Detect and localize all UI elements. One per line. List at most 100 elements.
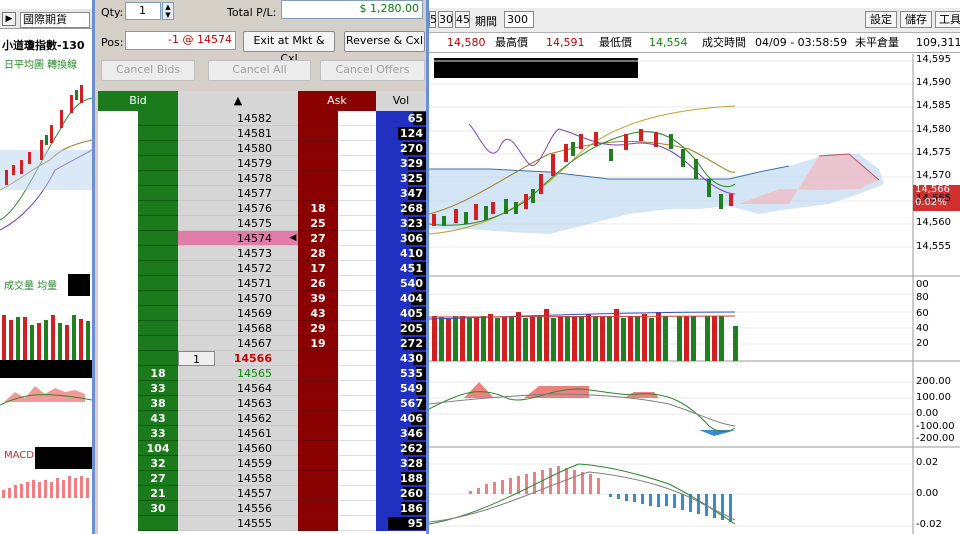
bid-order-cell[interactable] [98, 501, 138, 516]
ask-order-cell[interactable] [338, 126, 376, 141]
price-cell[interactable]: 14559 [178, 456, 298, 471]
bid-size-cell[interactable] [138, 276, 178, 291]
bid-order-cell[interactable] [98, 351, 138, 366]
ask-size-cell[interactable]: 27 [298, 231, 338, 246]
bid-order-cell[interactable] [98, 231, 138, 246]
spin-down-icon[interactable]: ▼ [163, 11, 173, 19]
bid-order-cell[interactable] [98, 411, 138, 426]
ask-order-cell[interactable] [338, 351, 376, 366]
interval-tab-30[interactable]: 30 [438, 11, 453, 28]
bid-size-cell[interactable]: 38 [138, 396, 178, 411]
cancel-all-button[interactable]: Cancel All [208, 60, 311, 81]
qty-spinner[interactable]: ▲ ▼ [162, 2, 174, 20]
ask-size-cell[interactable] [298, 171, 338, 186]
ask-order-cell[interactable] [338, 201, 376, 216]
bid-size-cell[interactable] [138, 261, 178, 276]
bid-order-cell[interactable] [98, 366, 138, 381]
working-order-cell[interactable]: 1 [178, 351, 215, 366]
ask-size-cell[interactable] [298, 126, 338, 141]
price-cell[interactable]: 14576 [178, 201, 298, 216]
price-cell[interactable]: 14571 [178, 276, 298, 291]
ask-order-cell[interactable] [338, 246, 376, 261]
ask-size-cell[interactable] [298, 426, 338, 441]
ask-order-cell[interactable] [338, 456, 376, 471]
ask-order-cell[interactable] [338, 156, 376, 171]
bid-size-cell[interactable] [138, 321, 178, 336]
bid-order-cell[interactable] [98, 276, 138, 291]
bid-size-cell[interactable]: 27 [138, 471, 178, 486]
ask-order-cell[interactable] [338, 366, 376, 381]
ask-size-cell[interactable] [298, 396, 338, 411]
ask-size-cell[interactable] [298, 486, 338, 501]
ask-size-cell[interactable]: 26 [298, 276, 338, 291]
bid-size-cell[interactable] [138, 156, 178, 171]
ask-order-cell[interactable] [338, 381, 376, 396]
price-cell[interactable]: 14569 [178, 306, 298, 321]
bid-order-cell[interactable] [98, 336, 138, 351]
ask-order-cell[interactable] [338, 111, 376, 126]
ask-order-cell[interactable] [338, 336, 376, 351]
reverse-button[interactable]: Reverse & Cxl [344, 31, 425, 52]
bid-order-cell[interactable] [98, 516, 138, 531]
ask-size-cell[interactable] [298, 141, 338, 156]
ask-size-cell[interactable]: 39 [298, 291, 338, 306]
price-cell[interactable]: 14580 [178, 141, 298, 156]
price-cell[interactable]: 14581 [178, 126, 298, 141]
bid-order-cell[interactable] [98, 306, 138, 321]
bid-size-cell[interactable] [138, 291, 178, 306]
ask-order-cell[interactable] [338, 321, 376, 336]
vol-header[interactable]: Vol [376, 91, 426, 111]
ask-size-cell[interactable] [298, 471, 338, 486]
ask-header[interactable]: Ask [298, 91, 376, 111]
ask-size-cell[interactable] [298, 411, 338, 426]
bid-size-cell[interactable]: 104 [138, 441, 178, 456]
bid-size-cell[interactable] [138, 126, 178, 141]
ask-order-cell[interactable] [338, 516, 376, 531]
price-cell[interactable]: 14565 [178, 366, 298, 381]
ask-size-cell[interactable]: 28 [298, 246, 338, 261]
price-cell[interactable]: 14574 [178, 231, 298, 246]
price-cell[interactable]: 14557 [178, 486, 298, 501]
ask-size-cell[interactable] [298, 456, 338, 471]
bid-size-cell[interactable] [138, 351, 178, 366]
price-cell[interactable]: 14582 [178, 111, 298, 126]
ask-size-cell[interactable]: 43 [298, 306, 338, 321]
bid-order-cell[interactable] [98, 126, 138, 141]
spin-up-icon[interactable]: ▲ [163, 3, 173, 11]
bid-order-cell[interactable] [98, 456, 138, 471]
price-cell[interactable]: 14558 [178, 471, 298, 486]
price-cell[interactable]: 14579 [178, 156, 298, 171]
ask-order-cell[interactable] [338, 276, 376, 291]
ask-order-cell[interactable] [338, 141, 376, 156]
category-selector[interactable]: 國際期貨 [20, 12, 90, 28]
price-cell[interactable]: 14578 [178, 171, 298, 186]
price-cell[interactable]: 14570 [178, 291, 298, 306]
bid-order-cell[interactable] [98, 141, 138, 156]
interval-tab-45[interactable]: 45 [455, 11, 470, 28]
ask-size-cell[interactable]: 25 [298, 216, 338, 231]
ask-order-cell[interactable] [338, 306, 376, 321]
bid-order-cell[interactable] [98, 426, 138, 441]
price-cell[interactable]: 14563 [178, 396, 298, 411]
bid-size-cell[interactable] [138, 231, 178, 246]
bid-size-cell[interactable] [138, 141, 178, 156]
ask-order-cell[interactable] [338, 186, 376, 201]
ask-order-cell[interactable] [338, 501, 376, 516]
bid-size-cell[interactable]: 30 [138, 501, 178, 516]
price-cell[interactable]: 14556 [178, 501, 298, 516]
price-cell[interactable]: 14555 [178, 516, 298, 531]
period-input[interactable]: 300 [504, 11, 534, 28]
bid-order-cell[interactable] [98, 216, 138, 231]
sort-up-icon[interactable]: ▲ [178, 91, 298, 111]
ask-size-cell[interactable] [298, 186, 338, 201]
bid-size-cell[interactable] [138, 111, 178, 126]
bid-size-cell[interactable] [138, 186, 178, 201]
ask-size-cell[interactable]: 17 [298, 261, 338, 276]
ask-size-cell[interactable] [298, 351, 338, 366]
ask-size-cell[interactable] [298, 366, 338, 381]
bid-size-cell[interactable]: 33 [138, 426, 178, 441]
bid-size-cell[interactable] [138, 306, 178, 321]
cancel-offers-button[interactable]: Cancel Offers [320, 60, 425, 81]
bid-order-cell[interactable] [98, 396, 138, 411]
price-cell[interactable]: 14564 [178, 381, 298, 396]
